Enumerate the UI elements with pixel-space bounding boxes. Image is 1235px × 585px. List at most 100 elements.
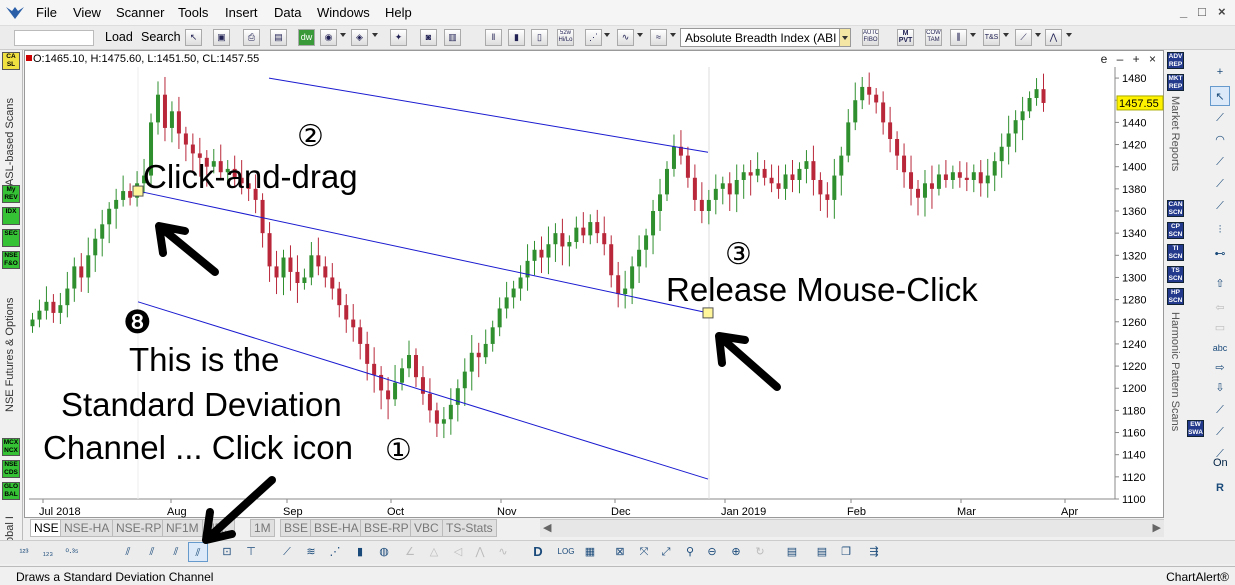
print-preview-icon[interactable]: ▤ bbox=[270, 29, 287, 46]
casl-button[interactable]: CA SL bbox=[2, 52, 20, 70]
arc-icon[interactable]: ◠ bbox=[1210, 130, 1230, 150]
menu-scanner[interactable]: Scanner bbox=[116, 5, 164, 20]
sec-button[interactable]: SEC bbox=[2, 229, 20, 247]
sl-line-2-icon[interactable]: ⟋ bbox=[1210, 174, 1230, 194]
chevron-down-icon[interactable] bbox=[340, 33, 346, 37]
tab-ts-stats[interactable]: TS-Stats bbox=[442, 519, 497, 537]
menu-help[interactable]: Help bbox=[385, 5, 412, 20]
horizontal-line-icon[interactable]: ⊷ bbox=[1210, 244, 1230, 264]
numbers-dotted-icon[interactable]: ⁰·³⁵ bbox=[62, 542, 82, 562]
harmonic-scans-label[interactable]: Harmonic Pattern Scans bbox=[1169, 312, 1181, 431]
template-icon[interactable]: ▤ bbox=[812, 542, 832, 562]
down-arrow-icon[interactable]: ⇩ bbox=[1210, 378, 1230, 398]
raff-channel-icon[interactable]: ⫽ bbox=[166, 542, 186, 562]
symbol-input[interactable] bbox=[14, 30, 94, 46]
vertical-line-icon[interactable]: ⫶ bbox=[1210, 220, 1230, 240]
wave-icon[interactable]: ∿ bbox=[493, 542, 513, 562]
grid-icon[interactable]: ▦ bbox=[580, 542, 600, 562]
pointer-icon[interactable]: ↖ bbox=[1210, 86, 1230, 106]
menu-windows[interactable]: Windows bbox=[317, 5, 370, 20]
nse-cds-button[interactable]: NSE CDS bbox=[2, 460, 20, 478]
tab-nse[interactable]: NSE bbox=[30, 519, 63, 537]
chevron-down-icon[interactable] bbox=[637, 33, 643, 37]
tab-1m[interactable]: 1M bbox=[250, 519, 275, 537]
ew-swa-button[interactable]: EW SWA bbox=[1187, 420, 1204, 437]
crosshair-icon[interactable]: ⊠ bbox=[610, 542, 630, 562]
chevron-down-icon[interactable] bbox=[604, 33, 610, 37]
chevron-down-icon[interactable] bbox=[670, 33, 676, 37]
minimize-button[interactable]: _ bbox=[1180, 4, 1187, 19]
on-toggle[interactable]: On bbox=[1213, 457, 1228, 469]
right-arrow-icon[interactable]: ⇨ bbox=[1210, 358, 1230, 378]
sl-line-3-icon[interactable]: ⟋ bbox=[1210, 196, 1230, 216]
elliott-2-icon[interactable]: ⟋ bbox=[1210, 422, 1230, 442]
zoom-out-icon[interactable]: ⊖ bbox=[702, 542, 722, 562]
zoom-fit-icon[interactable]: ⤧ bbox=[634, 542, 654, 562]
market-reports-label[interactable]: Market Reports bbox=[1169, 96, 1181, 171]
overlay-icon[interactable]: ◈ bbox=[351, 29, 368, 46]
moving-average-icon[interactable]: ∿ bbox=[617, 29, 634, 46]
chevron-down-icon[interactable] bbox=[1035, 33, 1041, 37]
rect-icon[interactable]: ▭ bbox=[1210, 318, 1230, 338]
pattern-icon[interactable]: ⋀ bbox=[1045, 29, 1062, 46]
load-button[interactable]: Load bbox=[105, 30, 133, 44]
52w-hilo-icon[interactable]: 52w Hi/Lo bbox=[557, 29, 574, 46]
hp-scn-button[interactable]: HP SCN bbox=[1167, 288, 1184, 305]
volume-icon[interactable]: ‖ bbox=[485, 29, 502, 46]
fibo-fan-icon[interactable]: ≋ bbox=[301, 542, 321, 562]
gann-icon[interactable]: ⋰ bbox=[325, 542, 345, 562]
pattern-abc-icon[interactable]: ⋀ bbox=[470, 542, 490, 562]
tab-bse[interactable]: BSE bbox=[280, 519, 313, 537]
tab-nf1m[interactable]: NF1M bbox=[162, 519, 203, 537]
cp-scn-button[interactable]: CP SCN bbox=[1167, 222, 1184, 239]
horizontal-scrollbar[interactable]: ◀ ▶ bbox=[540, 519, 1164, 537]
trend-icon[interactable]: ⟋ bbox=[1015, 29, 1032, 46]
text-box-icon[interactable]: ⊡ bbox=[217, 542, 237, 562]
zoom-box-icon[interactable]: ⤢ bbox=[656, 542, 676, 562]
can-scn-button[interactable]: CAN SCN bbox=[1167, 200, 1184, 217]
sl-line-icon[interactable]: ⟋ bbox=[1210, 152, 1230, 172]
regression-channel-icon[interactable]: ⫽ bbox=[142, 542, 162, 562]
tab-bse-rp[interactable]: BSE-RP bbox=[360, 519, 413, 537]
chart-panel[interactable]: O:1465.10, H:1475.60, L:1451.50, CL:1457… bbox=[24, 50, 1164, 518]
tab-nf[interactable]: NF... bbox=[202, 519, 235, 537]
triangle-icon[interactable]: △ bbox=[424, 542, 444, 562]
zoom-in-icon[interactable]: ⊕ bbox=[726, 542, 746, 562]
wedge-icon[interactable]: ◁ bbox=[448, 542, 468, 562]
line-chart-icon[interactable]: ⋰ bbox=[585, 29, 602, 46]
nse-futures-label[interactable]: NSE Futures & Options bbox=[4, 272, 16, 412]
numbers-abc-icon[interactable]: ₁₂₃ bbox=[38, 542, 58, 562]
menu-tools[interactable]: Tools bbox=[178, 5, 208, 20]
properties-icon[interactable]: ▤ bbox=[782, 542, 802, 562]
left-arrow-icon[interactable]: ⇦ bbox=[1210, 298, 1230, 318]
std-dev-channel-icon[interactable]: ⫽ bbox=[188, 542, 208, 562]
text-tool-icon[interactable]: abc bbox=[1210, 338, 1230, 358]
chevron-down-icon[interactable] bbox=[1066, 33, 1072, 37]
tab-bse-ha[interactable]: BSE-HA bbox=[310, 519, 363, 537]
pivot-icon[interactable]: M PVT bbox=[897, 29, 914, 46]
chart-style-icon[interactable]: ◉ bbox=[320, 29, 337, 46]
candles-icon[interactable]: ▯ bbox=[531, 29, 548, 46]
mkt-rep-button[interactable]: MKT REP bbox=[1167, 74, 1184, 91]
my-rev-button[interactable]: My REV bbox=[2, 185, 20, 203]
print-icon[interactable]: ⎙ bbox=[243, 29, 260, 46]
menu-insert[interactable]: Insert bbox=[225, 5, 258, 20]
nse-fo-button[interactable]: NSE F&O bbox=[2, 251, 20, 269]
label-icon[interactable]: ⊤ bbox=[241, 542, 261, 562]
export-icon[interactable]: ⇶ bbox=[864, 542, 884, 562]
r-tool-icon[interactable]: R bbox=[1210, 478, 1230, 498]
casl-scans-label[interactable]: CASL-based Scans bbox=[4, 74, 16, 194]
refresh-icon[interactable]: ↻ bbox=[750, 542, 770, 562]
numbers-123-icon[interactable]: ¹²³ bbox=[14, 542, 34, 562]
menu-file[interactable]: File bbox=[36, 5, 57, 20]
wizard-icon[interactable]: ✦ bbox=[390, 29, 407, 46]
menu-view[interactable]: View bbox=[73, 5, 101, 20]
chevron-down-icon[interactable] bbox=[372, 33, 378, 37]
tab-nse-ha[interactable]: NSE-HA bbox=[60, 519, 114, 537]
trendline-icon[interactable]: ⟋ bbox=[1210, 108, 1230, 128]
tab-nse-rp[interactable]: NSE-RP bbox=[112, 519, 166, 537]
magnifier-icon[interactable]: ⚲ bbox=[680, 542, 700, 562]
elliott-icon[interactable]: ⟋ bbox=[1210, 400, 1230, 420]
bar-chart-icon[interactable]: ▮ bbox=[508, 29, 525, 46]
candle-pattern-icon[interactable]: ⫼ bbox=[950, 29, 967, 46]
